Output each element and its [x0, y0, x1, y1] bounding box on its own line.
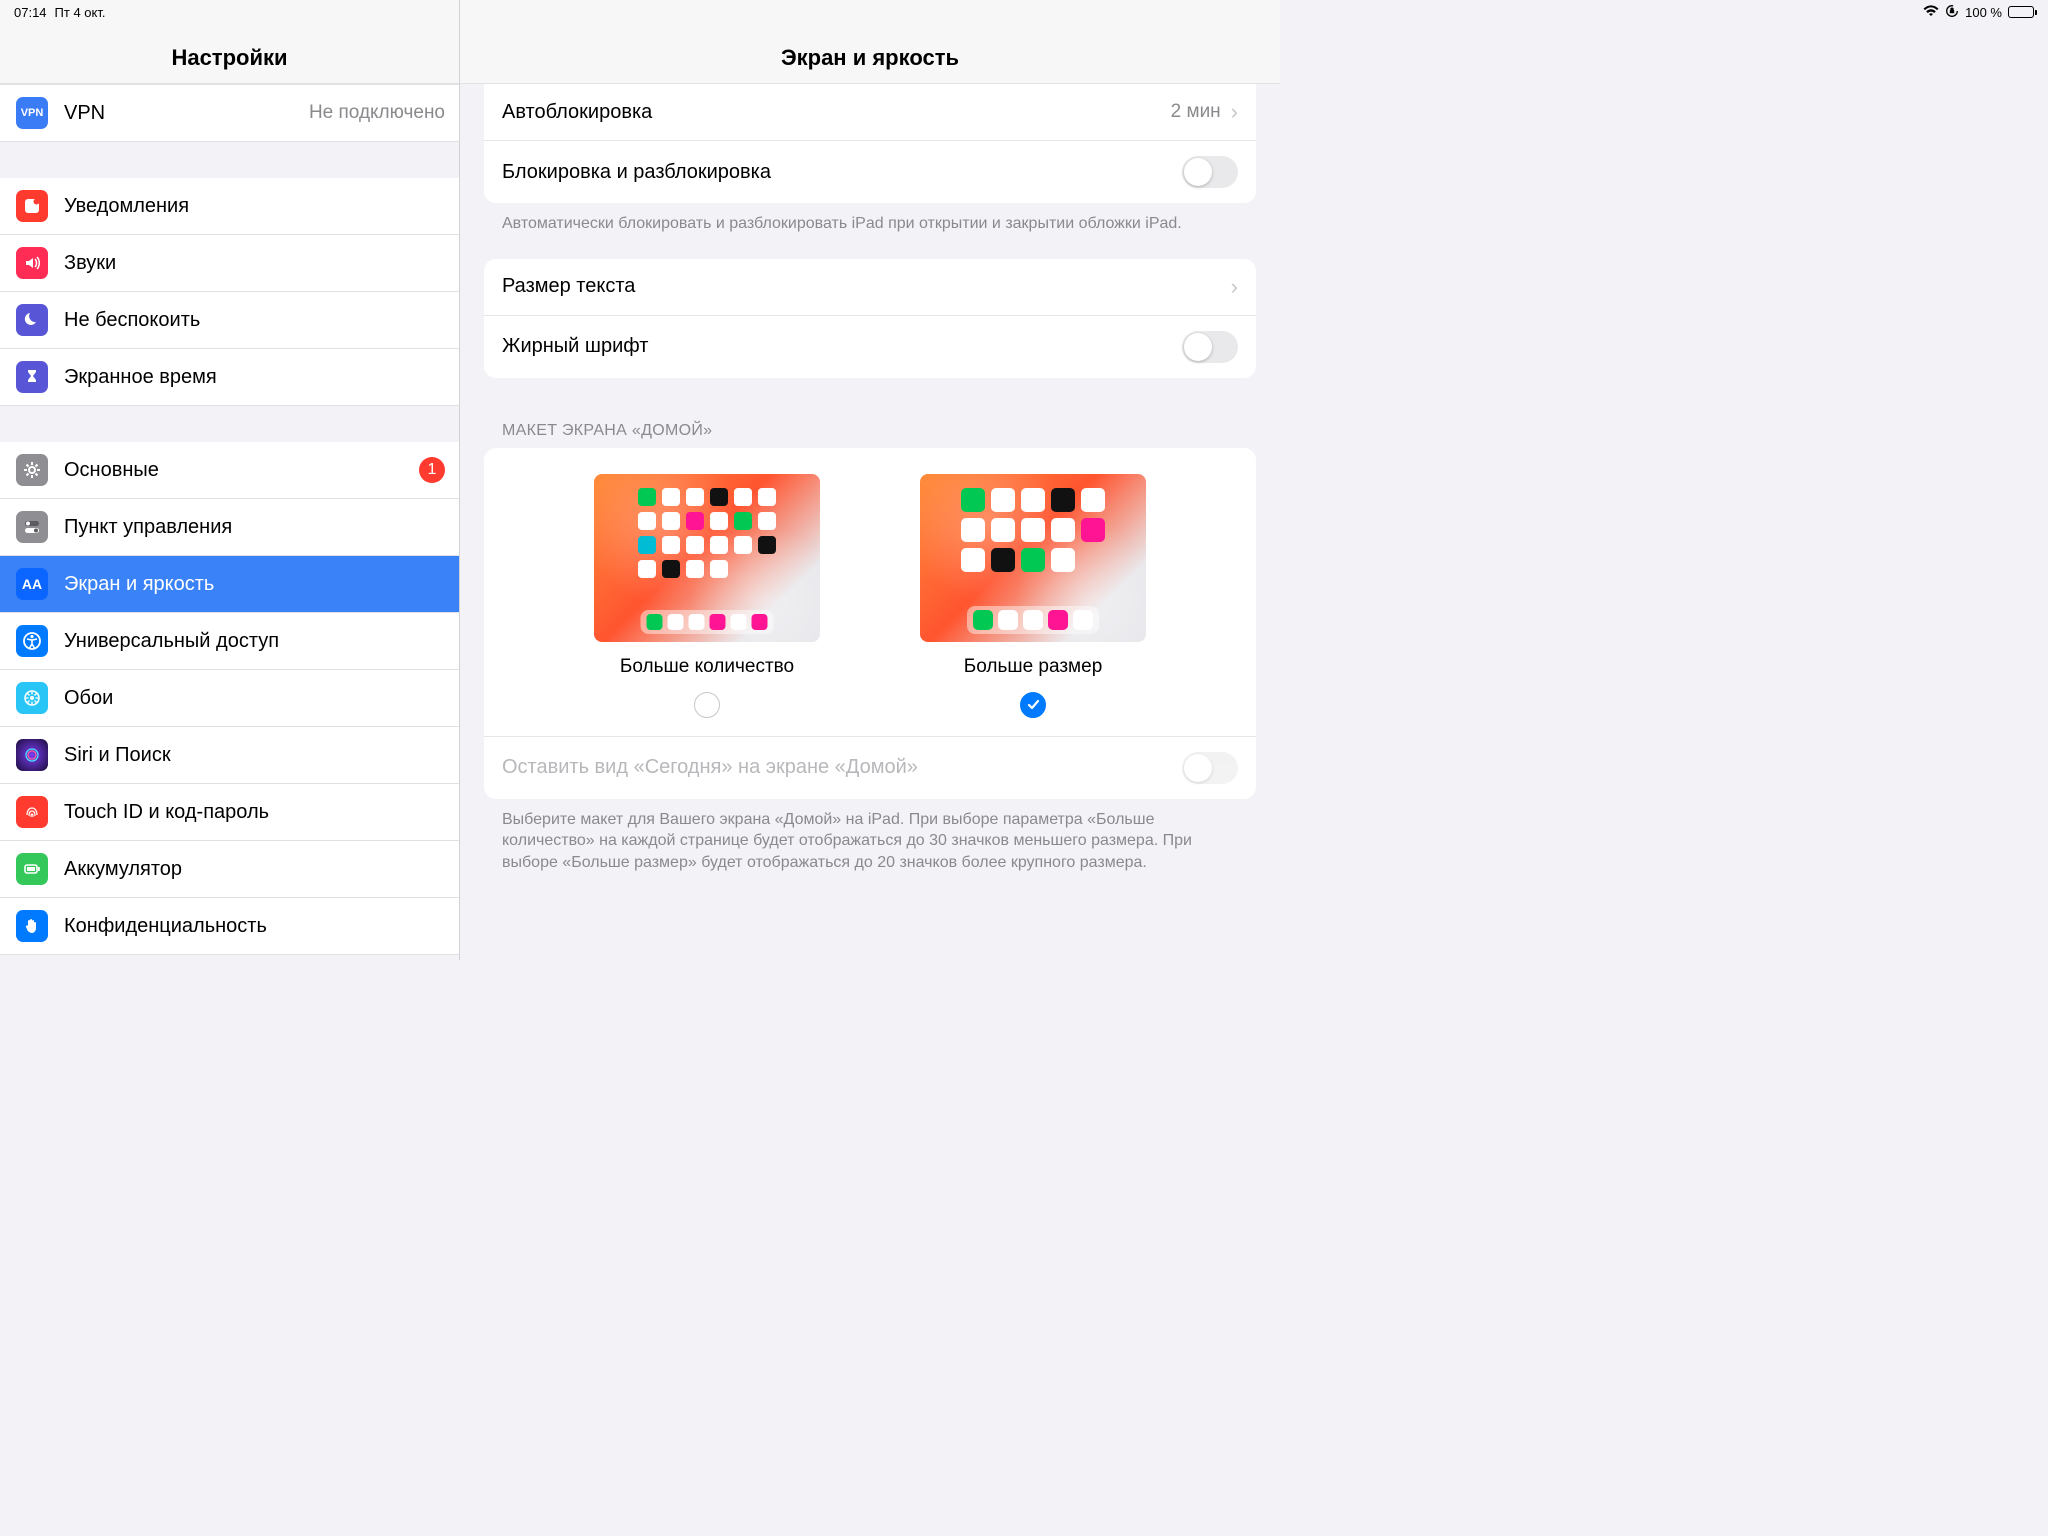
layout-option-bigger[interactable]: Больше размер	[920, 474, 1146, 718]
sidebar-item-label: Универсальный доступ	[64, 630, 445, 653]
sidebar-item-battery[interactable]: Аккумулятор	[0, 841, 459, 898]
status-bar: 07:14 Пт 4 окт. 100 %	[0, 0, 2048, 24]
wallpaper-icon	[16, 682, 48, 714]
badge: 1	[419, 457, 445, 483]
textsize-label: Размер текста	[502, 275, 1231, 298]
sidebar-item-privacy[interactable]: Конфиденциальность	[0, 898, 459, 955]
radio-more[interactable]	[694, 692, 720, 718]
sidebar-item-control-center[interactable]: Пункт управления	[0, 499, 459, 556]
option-label-more: Больше количество	[594, 656, 820, 678]
home-layout-header: МАКЕТ ЭКРАНА «ДОМОЙ»	[484, 422, 1256, 448]
lockunlock-toggle[interactable]	[1182, 156, 1238, 188]
sidebar-item-label: Обои	[64, 687, 445, 710]
radio-bigger[interactable]	[1020, 692, 1046, 718]
vpn-icon: VPN	[16, 97, 48, 129]
bold-label: Жирный шрифт	[502, 335, 1182, 358]
sidebar-item-wallpaper[interactable]: Обои	[0, 670, 459, 727]
autolock-label: Автоблокировка	[502, 101, 1171, 124]
today-toggle	[1182, 752, 1238, 784]
chevron-right-icon: ›	[1231, 99, 1238, 125]
sidebar-item-label: Основные	[64, 459, 419, 482]
fingerprint-icon	[16, 796, 48, 828]
hand-icon	[16, 910, 48, 942]
lockunlock-note: Автоматически блокировать и разблокирова…	[484, 203, 1256, 235]
notifications-icon	[16, 190, 48, 222]
sidebar-item-label: Touch ID и код-пароль	[64, 801, 445, 824]
home-layout-options: Больше количество Больше размер	[484, 448, 1256, 736]
bold-toggle[interactable]	[1182, 331, 1238, 363]
preview-bigger-icons	[920, 474, 1146, 642]
sidebar-item-label: VPN	[64, 102, 309, 125]
battery-icon	[2008, 6, 2034, 18]
sidebar-item-screentime[interactable]: Экранное время	[0, 349, 459, 406]
sidebar-item-label: Аккумулятор	[64, 858, 445, 881]
home-layout-note: Выберите макет для Вашего экрана «Домой»…	[484, 799, 1256, 874]
battery-icon	[16, 853, 48, 885]
sidebar-item-label: Уведомления	[64, 195, 445, 218]
battery-percent: 100 %	[1965, 5, 2002, 20]
layout-option-more[interactable]: Больше количество	[594, 474, 820, 718]
sidebar-item-label: Не беспокоить	[64, 309, 445, 332]
sidebar-item-vpn[interactable]: VPN VPN Не подключено	[0, 84, 459, 142]
sidebar-item-label: Siri и Поиск	[64, 744, 445, 767]
row-autolock[interactable]: Автоблокировка 2 мин ›	[484, 84, 1256, 141]
chevron-right-icon: ›	[1231, 274, 1238, 300]
row-bold-text[interactable]: Жирный шрифт	[484, 316, 1256, 378]
text-size-icon: AA	[16, 568, 48, 600]
row-lock-unlock[interactable]: Блокировка и разблокировка	[484, 141, 1256, 203]
siri-icon	[16, 739, 48, 771]
toggles-icon	[16, 511, 48, 543]
accessibility-icon	[16, 625, 48, 657]
row-text-size[interactable]: Размер текста ›	[484, 259, 1256, 316]
gear-icon	[16, 454, 48, 486]
autolock-value: 2 мин	[1171, 101, 1221, 123]
sidebar-item-siri[interactable]: Siri и Поиск	[0, 727, 459, 784]
sidebar-item-display-brightness[interactable]: AA Экран и яркость	[0, 556, 459, 613]
moon-icon	[16, 304, 48, 336]
sounds-icon	[16, 247, 48, 279]
lockunlock-label: Блокировка и разблокировка	[502, 161, 1182, 184]
detail-pane: Экран и яркость Автоблокировка 2 мин › Б…	[460, 0, 1280, 960]
sidebar-item-label: Экранное время	[64, 366, 445, 389]
settings-sidebar: Настройки VPN VPN Не подключено Уведомле…	[0, 0, 460, 960]
sidebar-item-label: Пункт управления	[64, 516, 445, 539]
sidebar-item-dnd[interactable]: Не беспокоить	[0, 292, 459, 349]
sidebar-item-label: Звуки	[64, 252, 445, 275]
orientation-lock-icon	[1945, 4, 1959, 21]
status-time: 07:14	[14, 5, 47, 20]
row-today-view: Оставить вид «Сегодня» на экране «Домой»	[484, 737, 1256, 799]
option-label-bigger: Больше размер	[920, 656, 1146, 678]
hourglass-icon	[16, 361, 48, 393]
sidebar-item-general[interactable]: Основные 1	[0, 442, 459, 499]
vpn-status: Не подключено	[309, 102, 445, 124]
sidebar-item-label: Конфиденциальность	[64, 915, 445, 938]
preview-more-icons	[594, 474, 820, 642]
sidebar-item-notifications[interactable]: Уведомления	[0, 178, 459, 235]
status-date: Пт 4 окт.	[55, 5, 106, 20]
wifi-icon	[1923, 5, 1939, 20]
sidebar-item-sounds[interactable]: Звуки	[0, 235, 459, 292]
sidebar-item-accessibility[interactable]: Универсальный доступ	[0, 613, 459, 670]
sidebar-item-touchid[interactable]: Touch ID и код-пароль	[0, 784, 459, 841]
today-label: Оставить вид «Сегодня» на экране «Домой»	[502, 756, 1182, 779]
sidebar-item-label: Экран и яркость	[64, 573, 445, 596]
